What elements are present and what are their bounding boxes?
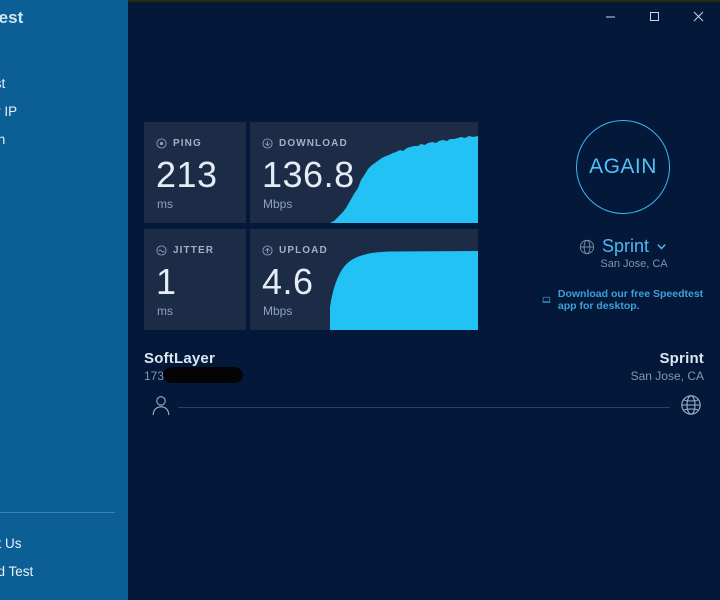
user-icon (150, 394, 172, 416)
ping-tile: PING 213 ms (144, 122, 246, 223)
server-location: San Jose, CA (631, 369, 704, 383)
server-name: Sprint (631, 350, 704, 367)
upload-area-path (330, 251, 478, 330)
minimize-button[interactable] (588, 2, 632, 30)
download-value: 136.8 (262, 152, 355, 198)
sidebar-item-whats-my-ip[interactable]: What's My IP (0, 98, 128, 126)
website-sidebar: Speedtest Speed Test What's My IP IP Loc… (0, 0, 128, 600)
sidebar-item-speed-test-footer[interactable]: Speed Test (0, 558, 128, 586)
jitter-icon (156, 245, 167, 256)
provider-name: Sprint (602, 236, 649, 257)
speedtest-app-window: PING 213 ms DOWNLOAD (128, 0, 720, 600)
jitter-tile-header: JITTER (156, 245, 214, 256)
close-button[interactable] (676, 2, 720, 30)
maximize-button[interactable] (632, 2, 676, 30)
client-ip: 173. (144, 369, 215, 383)
upload-value: 4.6 (262, 259, 314, 305)
globe-icon (579, 239, 595, 255)
ping-tile-header: PING (156, 138, 202, 149)
jitter-tile: JITTER 1 ms (144, 229, 246, 330)
upload-unit: Mbps (263, 304, 292, 318)
sidebar-divider (0, 512, 115, 513)
desktop-app-link[interactable]: Download our free Speedtest app for desk… (542, 288, 704, 312)
sidebar-item-speed-test[interactable]: Speed Test (0, 70, 128, 98)
ping-label: PING (173, 138, 202, 149)
again-section: AGAIN Sprint San Jose, CA Do (542, 120, 704, 312)
sidebar-item-ip-location[interactable]: IP Location (0, 126, 128, 154)
jitter-value: 1 (156, 259, 177, 305)
site-title: Speedtest (0, 8, 23, 28)
jitter-unit: ms (157, 304, 173, 318)
provider-location: San Jose, CA (542, 258, 704, 270)
chevron-down-icon (656, 241, 667, 252)
connection-icons (144, 394, 704, 418)
client-isp-name: SoftLayer (144, 350, 215, 367)
ping-value: 213 (156, 152, 218, 198)
sidebar-item-about-us[interactable]: About Us (0, 530, 128, 558)
server-info: Sprint San Jose, CA (631, 350, 704, 383)
connection-line (178, 407, 670, 408)
download-label: DOWNLOAD (279, 138, 348, 149)
app-root: Speedtest Speed Test What's My IP IP Loc… (0, 0, 720, 600)
upload-arrow-icon (262, 245, 273, 256)
connection-bar: SoftLayer 173. Sprint San Jose, CA (144, 350, 704, 420)
again-button[interactable]: AGAIN (576, 120, 670, 214)
sidebar-nav: Speed Test What's My IP IP Location (0, 70, 128, 154)
upload-tile-header: UPLOAD (262, 245, 328, 256)
provider-selector[interactable]: Sprint (542, 236, 704, 257)
window-titlebar[interactable] (128, 2, 720, 30)
download-unit: Mbps (263, 197, 292, 211)
sidebar-footer-nav: About Us Speed Test (0, 530, 128, 586)
window-controls (588, 2, 720, 30)
ip-redaction-mark (163, 367, 243, 383)
desktop-app-link-label: Download our free Speedtest app for desk… (558, 288, 704, 312)
download-tile-header: DOWNLOAD (262, 138, 348, 149)
again-button-label: AGAIN (589, 155, 657, 179)
globe-icon (680, 394, 702, 416)
upload-label: UPLOAD (279, 245, 328, 256)
upload-graph (330, 229, 478, 330)
client-info: SoftLayer 173. (144, 350, 215, 383)
download-tile: DOWNLOAD 136.8 Mbps (250, 122, 478, 223)
jitter-label: JITTER (173, 245, 214, 256)
laptop-icon (542, 294, 551, 306)
upload-tile: UPLOAD 4.6 Mbps (250, 229, 478, 330)
ping-unit: ms (157, 197, 173, 211)
download-arrow-icon (262, 138, 273, 149)
ping-icon (156, 138, 167, 149)
result-tiles: PING 213 ms DOWNLOAD (144, 122, 478, 330)
